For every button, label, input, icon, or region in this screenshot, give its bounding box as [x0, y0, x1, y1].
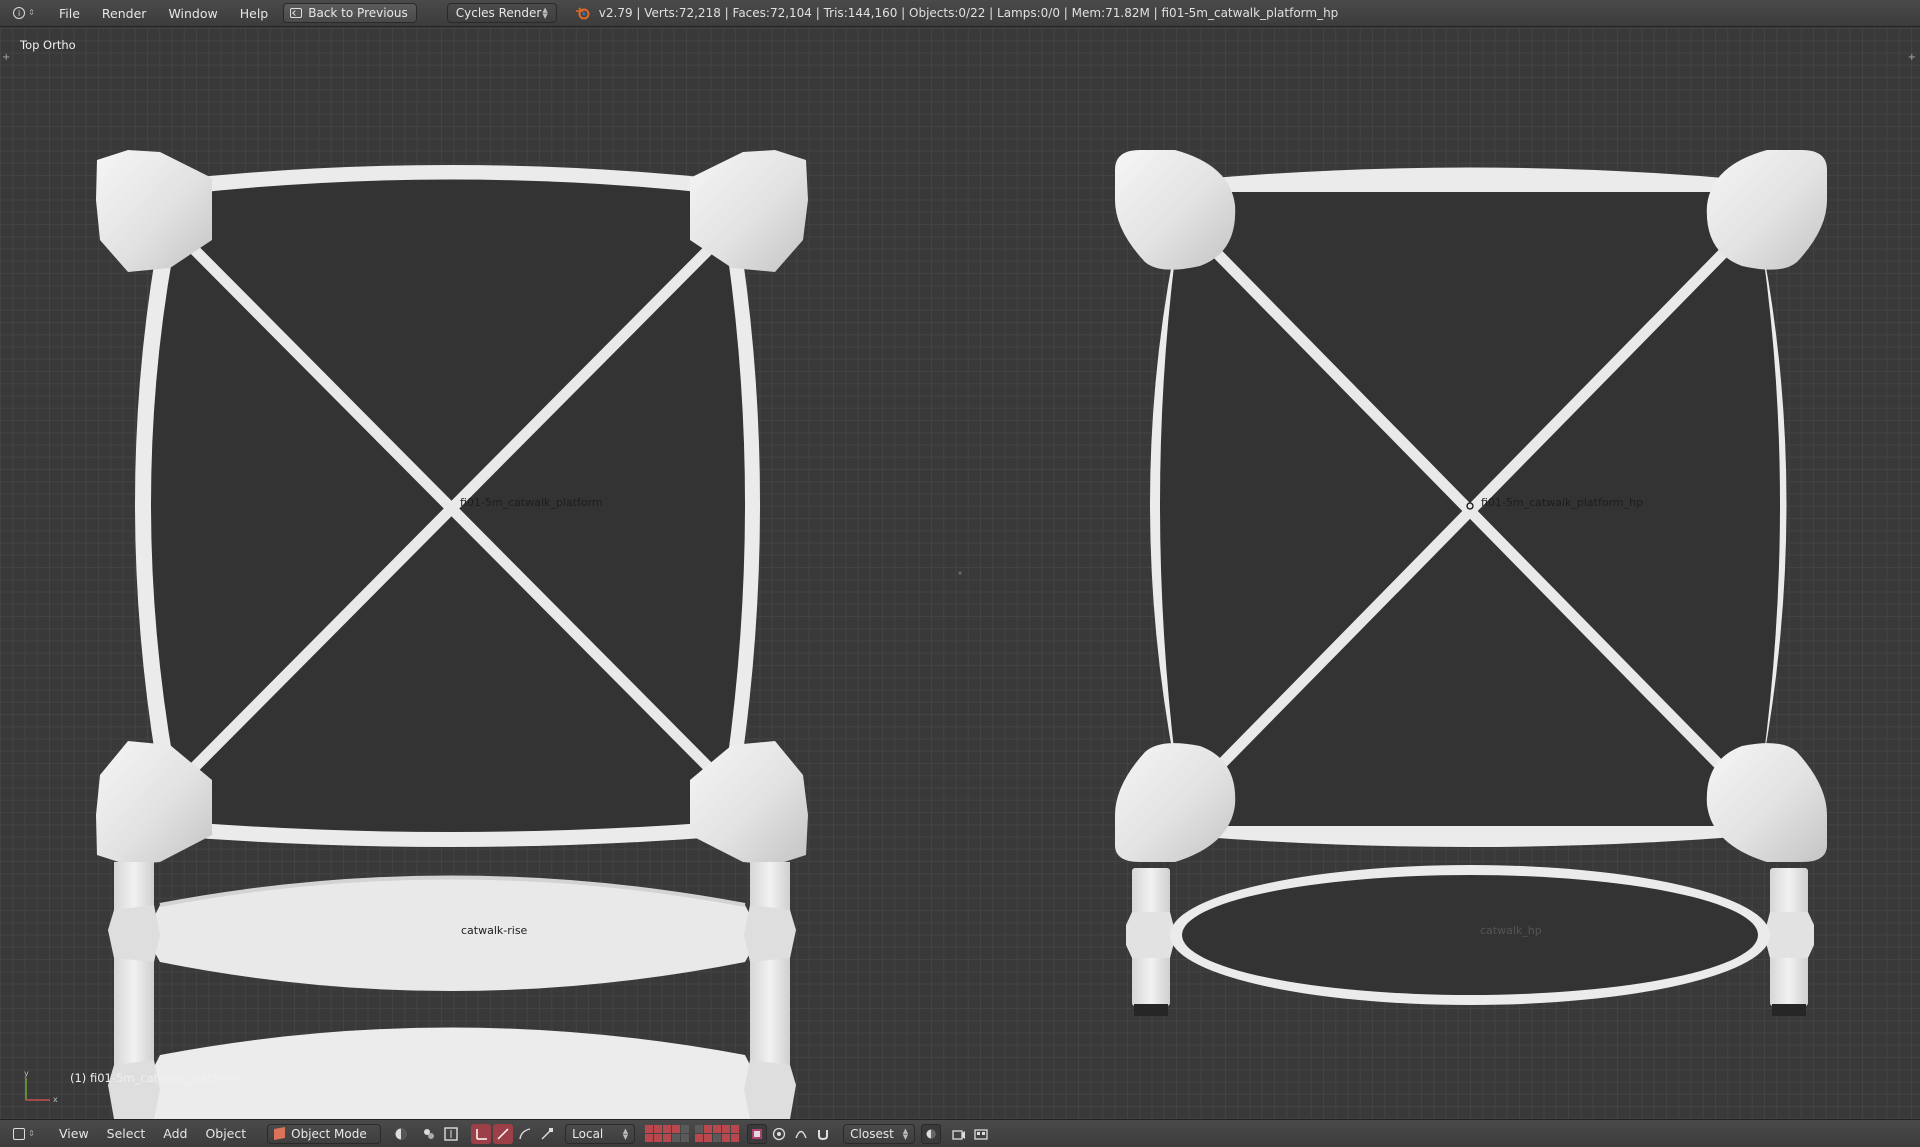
- updown-arrow-icon: ⇕: [28, 1128, 35, 1138]
- scene-layers-group-2[interactable]: [695, 1125, 740, 1142]
- object-label-catwalk-platform-hp: fi01-5m_catwalk_platform_hp: [1481, 496, 1644, 509]
- active-object-label: (1) fi01-5m_catwalk_platform: [70, 1071, 240, 1085]
- object-label-catwalk-rise: catwalk-rise: [461, 924, 528, 937]
- proportional-falloff-icon[interactable]: [791, 1124, 811, 1144]
- 3d-view-icon: [13, 1127, 26, 1140]
- scene-layers-group-1[interactable]: [645, 1125, 690, 1142]
- rotate-manipulator-icon[interactable]: [493, 1123, 514, 1144]
- editor-type-selector[interactable]: i ⇕: [8, 3, 40, 23]
- dropdown-arrows-icon: ▲ ▼: [622, 1126, 629, 1141]
- 3d-view-header: ⇕ View Select Add Object Object Mode Loc…: [0, 1119, 1920, 1147]
- catwalk-hp-mesh[interactable]: [1126, 865, 1814, 1016]
- proportional-editing-icon[interactable]: [769, 1124, 789, 1144]
- transform-orientation-select[interactable]: Local ▲ ▼: [565, 1123, 636, 1144]
- scene-meshes: [96, 150, 1827, 1119]
- interaction-mode-select[interactable]: Object Mode: [267, 1123, 382, 1144]
- info-icon: i: [13, 7, 26, 19]
- menu-help[interactable]: Help: [229, 6, 280, 21]
- scene-statistics: v2.79 | Verts:72,218 | Faces:72,104 | Tr…: [598, 6, 1339, 20]
- layer-lock-icon[interactable]: [747, 1123, 768, 1144]
- menu-window[interactable]: Window: [157, 6, 228, 21]
- translate-manipulator-icon[interactable]: [471, 1123, 492, 1144]
- menu-add[interactable]: Add: [154, 1126, 196, 1141]
- dropdown-arrows-icon: ▲ ▼: [902, 1126, 909, 1141]
- editor-type-selector[interactable]: ⇕: [8, 1124, 40, 1144]
- interaction-mode-value: Object Mode: [291, 1126, 367, 1141]
- menu-render[interactable]: Render: [91, 6, 158, 21]
- catwalk-platform-mesh[interactable]: [96, 150, 808, 865]
- object-mode-icon: [274, 1127, 286, 1140]
- dropdown-arrows-icon: ▲ ▼: [542, 6, 548, 20]
- snap-target-select[interactable]: Closest ▲ ▼: [843, 1123, 916, 1144]
- info-header: i ⇕ File Render Window Help Back to Prev…: [0, 0, 1920, 27]
- object-label-catwalk-platform: fi01-5m_catwalk_platform: [460, 496, 603, 509]
- main-menu: File Render Window Help: [48, 6, 279, 21]
- back-to-previous-label: Back to Previous: [308, 6, 408, 20]
- axis-x-label: x: [53, 1095, 58, 1104]
- snap-target-value: Closest: [850, 1126, 894, 1141]
- render-animation-icon[interactable]: [971, 1124, 991, 1144]
- render-engine-select[interactable]: Cycles Render ▲ ▼: [446, 3, 557, 23]
- transform-manipulator-icon[interactable]: [537, 1124, 557, 1144]
- menu-file[interactable]: File: [48, 6, 91, 21]
- render-camera-icon[interactable]: [949, 1124, 969, 1144]
- blender-logo-icon: [575, 6, 591, 20]
- pivot-point-icon[interactable]: [419, 1124, 439, 1144]
- back-icon: [290, 8, 303, 18]
- render-engine-value: Cycles Render: [455, 6, 542, 20]
- axis-y-label: y: [24, 1069, 29, 1078]
- manipulator-toggle-icon[interactable]: [441, 1124, 461, 1144]
- menu-object[interactable]: Object: [196, 1126, 255, 1141]
- 3d-viewport[interactable]: Top Ortho + + fi01-5m_catwalk_platform c…: [0, 28, 1920, 1119]
- menu-view[interactable]: View: [50, 1126, 98, 1141]
- snap-toggle-icon[interactable]: [813, 1124, 833, 1144]
- back-to-previous-button[interactable]: Back to Previous: [283, 3, 417, 23]
- menu-select[interactable]: Select: [98, 1126, 155, 1141]
- updown-arrow-icon: ⇕: [28, 8, 35, 17]
- object-label-catwalk-hp: catwalk_hp: [1480, 924, 1542, 937]
- catwalk-platform-hp-mesh[interactable]: [1115, 150, 1827, 862]
- viewport-shading-icon[interactable]: [391, 1124, 411, 1144]
- render-opengl-still-icon[interactable]: [921, 1123, 942, 1144]
- scale-manipulator-icon[interactable]: [515, 1124, 535, 1144]
- transform-orientation-value: Local: [572, 1126, 604, 1141]
- axis-gizmo: y x: [24, 1069, 58, 1104]
